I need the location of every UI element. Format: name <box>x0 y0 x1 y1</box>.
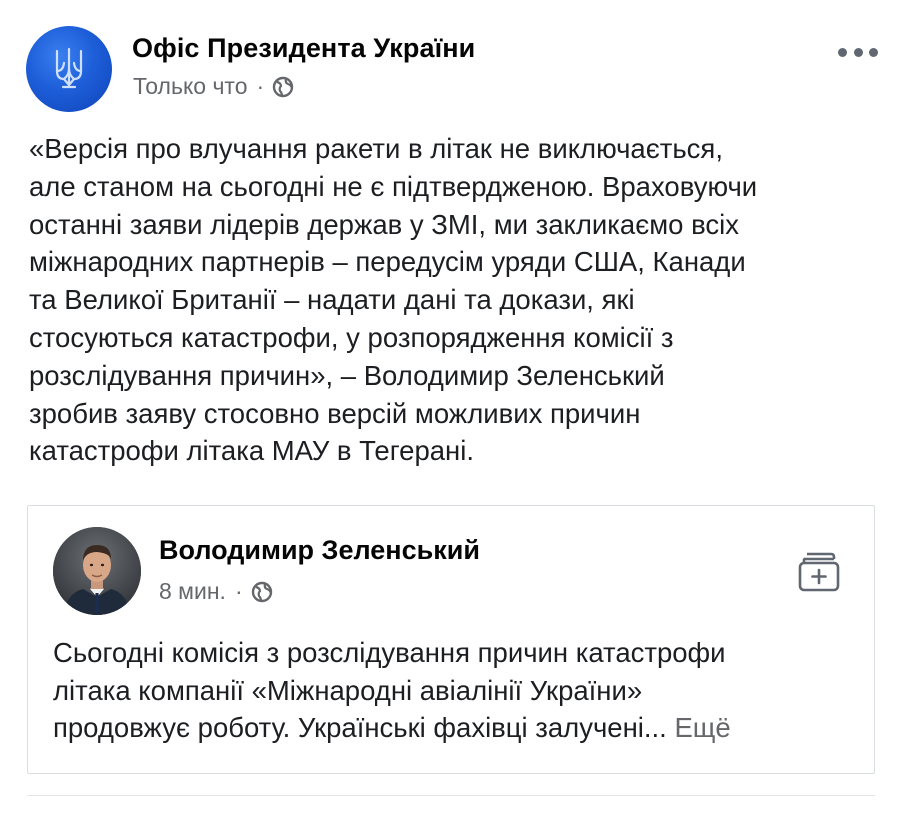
shared-post-timestamp[interactable]: 8 мин. <box>159 578 226 605</box>
post-meta: Только что · <box>133 73 294 100</box>
meta-separator: · <box>234 578 243 604</box>
more-options-button[interactable] <box>838 40 878 64</box>
see-more-link[interactable]: Ещё <box>674 712 730 743</box>
shared-author-avatar[interactable] <box>53 527 141 615</box>
post: Офіс Президента України Только что · «Ве… <box>0 0 900 816</box>
more-options-icon <box>838 47 847 57</box>
shared-author-name[interactable]: Володимир Зеленський <box>159 535 480 566</box>
meta-separator: · <box>256 73 265 99</box>
person-photo <box>53 527 141 615</box>
post-divider <box>27 795 875 796</box>
save-post-icon[interactable] <box>796 549 842 595</box>
globe-icon <box>272 76 294 97</box>
page-author-name[interactable]: Офіс Президента України <box>132 33 475 64</box>
page-avatar[interactable] <box>26 26 112 112</box>
post-text: «Версія про влучання ракети в літак не в… <box>29 133 758 467</box>
shared-post-text: Сьогодні комісія з розслідування причин … <box>53 634 853 747</box>
shared-post-meta: 8 мин. · <box>159 578 273 605</box>
shared-post-card[interactable]: Володимир Зеленський 8 мин. · Сьогодні к… <box>27 505 875 774</box>
shared-post-body: Сьогодні комісія з розслідування причин … <box>53 637 726 743</box>
globe-icon <box>251 581 272 602</box>
post-timestamp[interactable]: Только что <box>133 73 248 100</box>
trident-emblem-icon <box>55 47 83 89</box>
